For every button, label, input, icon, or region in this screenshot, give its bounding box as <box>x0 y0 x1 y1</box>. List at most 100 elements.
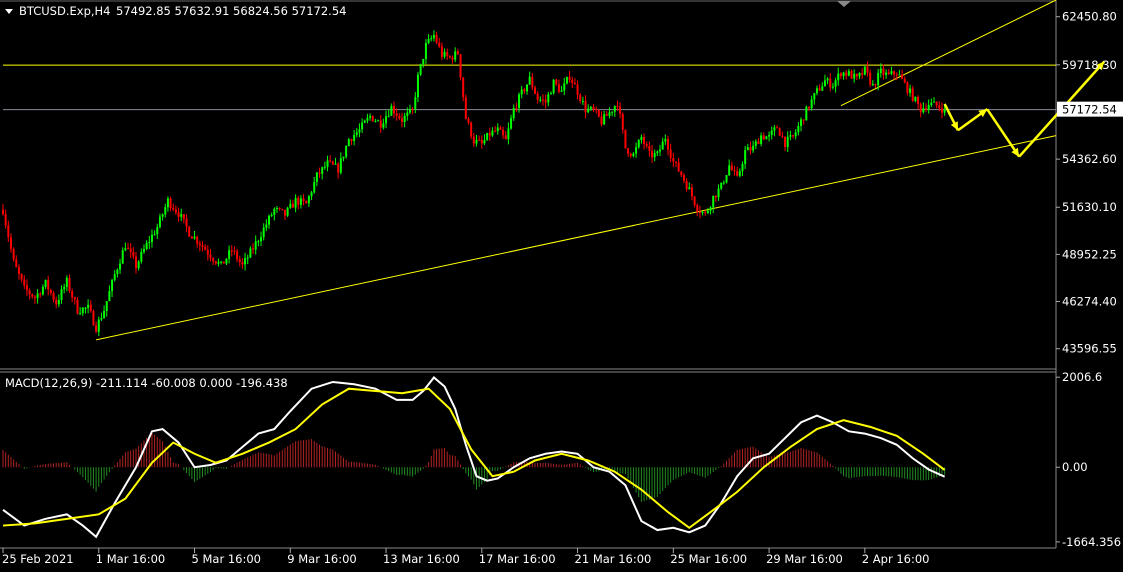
candle-body <box>422 59 425 65</box>
candle-body <box>903 78 906 83</box>
candle-body <box>174 209 177 213</box>
candle-body <box>355 132 358 135</box>
candle-body <box>882 68 885 75</box>
candle-body <box>408 108 411 113</box>
candle-body <box>496 127 499 132</box>
candle-body <box>84 307 87 309</box>
candle-body <box>318 172 321 174</box>
candle-body <box>890 71 893 74</box>
candle-body <box>935 101 938 106</box>
candle-body <box>294 197 297 208</box>
candle-body <box>358 129 361 133</box>
candle-body <box>52 293 55 300</box>
candle-body <box>943 109 946 113</box>
candle-body <box>2 209 4 214</box>
candle-body <box>185 218 188 227</box>
candle-body <box>281 208 284 210</box>
candle-body <box>326 160 329 167</box>
candle-body <box>204 246 207 251</box>
candle-body <box>331 161 334 165</box>
candle-body <box>480 139 483 144</box>
candle-body <box>898 74 901 76</box>
candle-body <box>238 259 241 262</box>
candle-body <box>491 130 494 136</box>
candle-body <box>784 136 787 147</box>
candle-body <box>736 171 739 176</box>
candle-body <box>403 115 406 122</box>
candle-body <box>201 245 204 247</box>
candle-body <box>933 101 935 103</box>
price-tick-label: 57172.54 <box>1062 103 1117 117</box>
price-tick-label: 51630.10 <box>1062 200 1117 214</box>
candle-body <box>142 248 145 252</box>
candle-body <box>393 106 396 114</box>
candle-body <box>169 198 172 208</box>
candle-body <box>291 203 294 208</box>
candle-body <box>100 318 103 320</box>
candle-body <box>930 102 933 106</box>
candle-body <box>940 108 943 113</box>
candle-body <box>760 135 763 144</box>
candle-body <box>9 237 12 249</box>
candle-body <box>377 120 380 122</box>
price-tick-label: 54362.60 <box>1062 152 1117 166</box>
candle-body <box>105 301 108 312</box>
candle-body <box>385 116 388 124</box>
candle-body <box>443 51 446 57</box>
candle-body <box>132 251 135 257</box>
candle-body <box>648 145 651 151</box>
candle-body <box>616 106 619 108</box>
candle-body <box>746 147 749 151</box>
candle-body <box>252 248 255 250</box>
candle-body <box>427 39 430 44</box>
candle-body <box>92 311 95 326</box>
candle-body <box>831 86 834 88</box>
candle-body <box>49 289 52 294</box>
candle-body <box>17 267 20 274</box>
candle-body <box>217 261 220 264</box>
candle-body <box>20 273 23 280</box>
candle-body <box>526 84 529 92</box>
candle-body <box>180 214 183 217</box>
candle-body <box>885 72 888 75</box>
candle-body <box>233 250 236 252</box>
candle-body <box>850 70 853 79</box>
candle-body <box>230 250 233 252</box>
candle-body <box>741 163 744 172</box>
candle-body <box>518 94 521 109</box>
candle-body <box>555 79 558 85</box>
candle-body <box>387 115 390 117</box>
candle-body <box>911 88 914 101</box>
scroll-marker-icon[interactable] <box>837 1 851 7</box>
candle-body <box>456 51 459 55</box>
candle-body <box>438 42 441 47</box>
candle-body <box>919 103 922 113</box>
candle-body <box>927 105 930 110</box>
candle-body <box>725 175 728 183</box>
candle-body <box>448 56 451 58</box>
chart-canvas[interactable]: 62450.80 59718.30 57172.54 54362.60 51630.10… <box>0 0 1123 568</box>
candle-body <box>579 94 582 102</box>
time-tick-label: 13 Mar 16:00 <box>383 552 460 566</box>
candle-body <box>768 134 771 137</box>
candle-body <box>214 261 217 264</box>
candle-body <box>275 208 278 210</box>
candle-body <box>334 163 337 165</box>
candle-body <box>627 148 630 154</box>
symbol-menu-icon[interactable] <box>5 9 13 14</box>
candle-body <box>754 141 757 146</box>
candle-body <box>544 99 547 103</box>
candle-body <box>225 258 228 264</box>
candle-body <box>398 115 401 119</box>
candle-body <box>148 242 151 244</box>
candle-body <box>629 153 632 156</box>
candle-body <box>807 106 810 109</box>
candle-body <box>305 200 308 204</box>
candle-body <box>414 97 417 110</box>
time-tick-label: 5 Mar 16:00 <box>192 552 261 566</box>
trendline <box>95 135 1057 341</box>
candle-body <box>669 149 672 159</box>
candle-body <box>36 293 39 299</box>
candle-body <box>44 279 47 287</box>
candle-body <box>682 175 685 181</box>
